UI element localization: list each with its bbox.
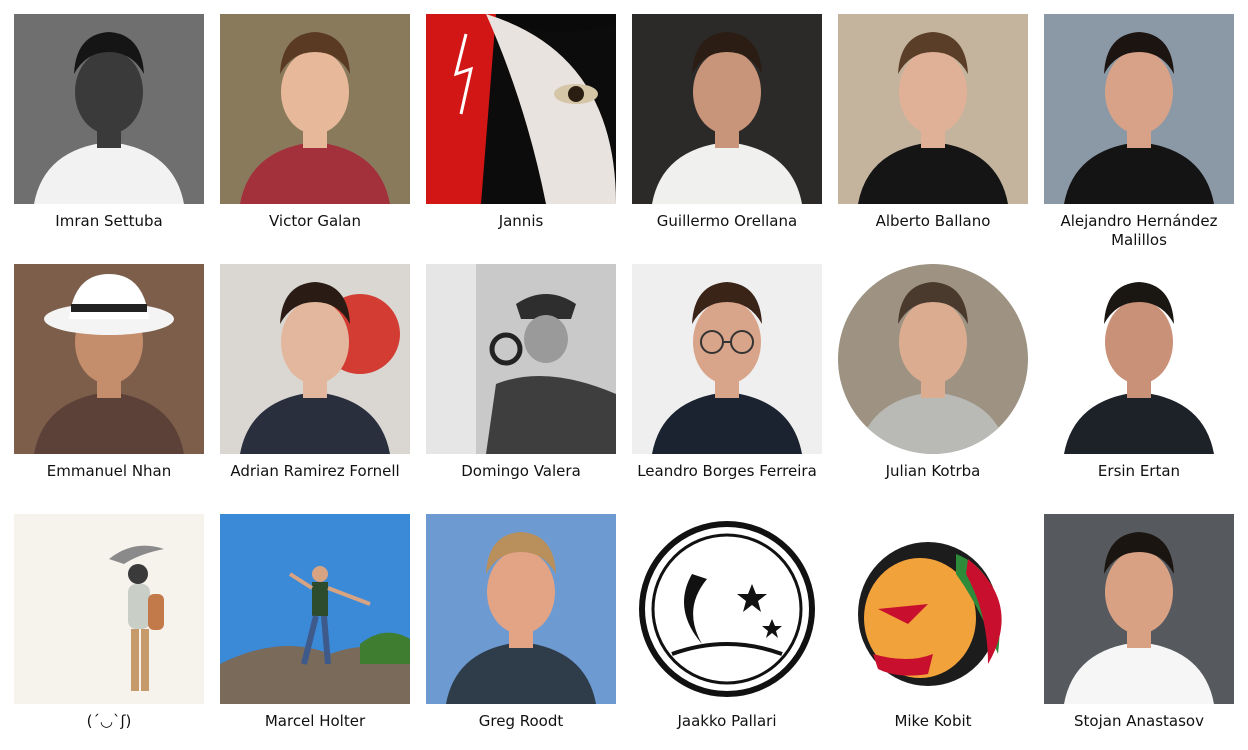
contributor-name[interactable]: Victor Galan (220, 212, 410, 231)
contributor-card[interactable]: Marcel Holter (220, 514, 410, 731)
contributor-name[interactable]: Stojan Anastasov (1044, 712, 1234, 731)
contributor-name[interactable]: Emmanuel Nhan (14, 462, 204, 481)
contributor-card[interactable]: Adrian Ramirez Fornell (220, 264, 410, 481)
contributor-card[interactable]: Jaakko Pallari (632, 514, 822, 731)
contributor-avatar[interactable] (14, 264, 204, 454)
contributor-name[interactable]: (´◡`ʃ) (14, 712, 204, 731)
contributor-avatar[interactable] (1044, 264, 1234, 454)
contributor-card[interactable]: Greg Roodt (426, 514, 616, 731)
contributor-card[interactable]: Jannis (426, 14, 616, 231)
contributor-avatar[interactable] (1044, 14, 1234, 204)
contributor-name[interactable]: Marcel Holter (220, 712, 410, 731)
contributor-name[interactable]: Julian Kotrba (838, 462, 1028, 481)
contributor-name[interactable]: Jannis (426, 212, 616, 231)
contributor-avatar[interactable] (838, 264, 1028, 454)
contributor-avatar[interactable] (632, 514, 822, 704)
contributor-card[interactable]: Victor Galan (220, 14, 410, 231)
contributor-name[interactable]: Ersin Ertan (1044, 462, 1234, 481)
contributor-card[interactable]: Emmanuel Nhan (14, 264, 204, 481)
contributor-avatar[interactable] (838, 14, 1028, 204)
contributor-card[interactable]: Stojan Anastasov (1044, 514, 1234, 731)
contributor-avatar[interactable] (220, 264, 410, 454)
contributor-name[interactable]: Alberto Ballano (838, 212, 1028, 231)
contributor-avatar[interactable] (14, 514, 204, 704)
contributor-avatar[interactable] (632, 14, 822, 204)
contributor-card[interactable]: Alberto Ballano (838, 14, 1028, 231)
contributor-name[interactable]: Mike Kobit (838, 712, 1028, 731)
contributor-card[interactable]: Guillermo Orellana (632, 14, 822, 231)
contributor-avatar[interactable] (426, 14, 616, 204)
contributor-name[interactable]: Leandro Borges Ferreira (632, 462, 822, 481)
contributor-card[interactable]: Domingo Valera (426, 264, 616, 481)
contributor-card[interactable]: Alejandro Hernández Malillos (1044, 14, 1234, 250)
contributor-name[interactable]: Guillermo Orellana (632, 212, 822, 231)
contributor-name[interactable]: Alejandro Hernández Malillos (1044, 212, 1234, 250)
contributor-name[interactable]: Jaakko Pallari (632, 712, 822, 731)
contributor-avatar[interactable] (426, 514, 616, 704)
contributor-card[interactable]: Julian Kotrba (838, 264, 1028, 481)
contributor-name[interactable]: Imran Settuba (14, 212, 204, 231)
contributor-card[interactable]: Ersin Ertan (1044, 264, 1234, 481)
contributor-avatar[interactable] (220, 514, 410, 704)
contributor-avatar[interactable] (426, 264, 616, 454)
contributor-card[interactable]: Mike Kobit (838, 514, 1028, 731)
contributor-avatar[interactable] (1044, 514, 1234, 704)
contributor-name[interactable]: Adrian Ramirez Fornell (220, 462, 410, 481)
contributor-avatar[interactable] (632, 264, 822, 454)
contributor-name[interactable]: Domingo Valera (426, 462, 616, 481)
contributor-card[interactable]: Imran Settuba (14, 14, 204, 231)
contributors-grid: Imran Settuba Victor Galan Jannis Guille… (0, 0, 1248, 750)
contributor-card[interactable]: (´◡`ʃ) (14, 514, 204, 731)
contributor-avatar[interactable] (220, 14, 410, 204)
contributor-name[interactable]: Greg Roodt (426, 712, 616, 731)
contributor-card[interactable]: Leandro Borges Ferreira (632, 264, 822, 481)
contributor-avatar[interactable] (14, 14, 204, 204)
contributor-avatar[interactable] (838, 514, 1028, 704)
